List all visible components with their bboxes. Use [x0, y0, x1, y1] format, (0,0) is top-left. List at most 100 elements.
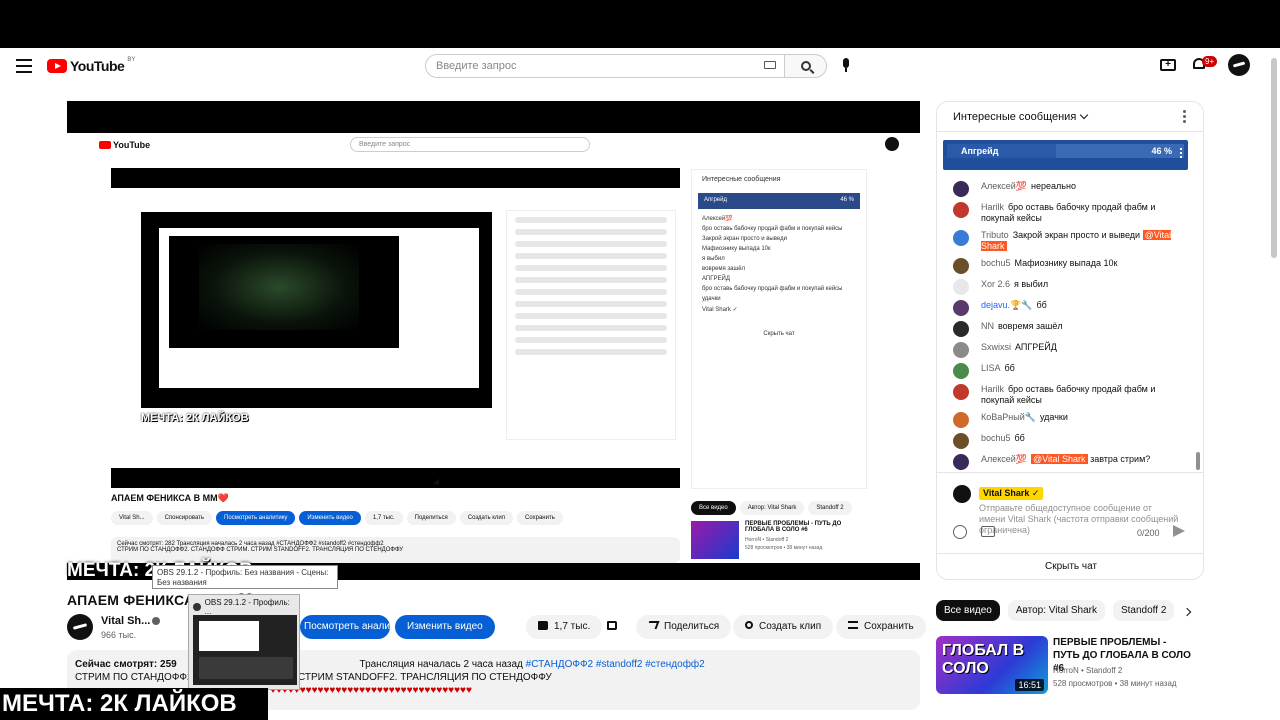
chat-author[interactable]: bochu5 — [981, 258, 1011, 268]
search-input[interactable]: Введите запрос — [425, 54, 785, 78]
chat-author[interactable]: Tributo — [981, 230, 1009, 240]
chat-author[interactable]: dejavu.🏆🔧 — [981, 300, 1032, 310]
chat-author[interactable]: Алексей💯 — [981, 454, 1027, 464]
nested-edit-button: Изменить видео — [299, 511, 361, 525]
chat-author[interactable]: Harilk — [981, 202, 1004, 212]
clip-button[interactable]: Создать клип — [733, 615, 834, 639]
chat-message: Harilk бро оставь бабочку продай фабм и п… — [937, 381, 1195, 409]
like-button[interactable]: 1,7 тыс. — [526, 615, 602, 639]
chip-author[interactable]: Автор: Vital Shark — [1007, 600, 1105, 621]
nested-chat-row: Мафиознику выпада 10к — [702, 246, 771, 252]
nested-rec-title: ПЕРВЫЕ ПРОБЛЕМЫ - ПУТЬ ДО ГЛОБАЛА В СОЛО… — [745, 521, 842, 533]
rec-meta: 528 просмотров • 38 минут назад — [1053, 679, 1177, 688]
voice-search-button[interactable] — [838, 58, 854, 76]
chat-author-avatar[interactable] — [953, 300, 969, 316]
subscriber-count: 966 тыс. — [101, 630, 137, 640]
youtube-logo[interactable]: YouTube BY — [47, 57, 135, 74]
edit-video-button[interactable]: Изменить видео — [395, 615, 495, 639]
chat-author[interactable]: Xor 2.6 — [981, 279, 1010, 289]
chat-author-avatar[interactable] — [953, 412, 969, 428]
search-button[interactable] — [785, 54, 827, 78]
nested-chat: Интересные сообщения Апгрейд 46 % Алексе… — [691, 169, 867, 489]
dislike-icon[interactable] — [607, 621, 617, 630]
chat-author-avatar[interactable] — [953, 321, 969, 337]
super-chat-icon[interactable] — [981, 526, 995, 537]
account-avatar[interactable] — [1228, 54, 1250, 76]
chat-author[interactable]: Harilk — [981, 384, 1004, 394]
keyboard-icon[interactable] — [764, 61, 776, 69]
chat-author-avatar[interactable] — [953, 230, 969, 246]
send-icon[interactable] — [1173, 525, 1185, 537]
chat-author-avatar[interactable] — [953, 363, 969, 379]
nested-chat-row: я выбил — [702, 256, 725, 262]
chat-author-avatar[interactable] — [953, 384, 969, 400]
rec-thumbnail[interactable]: ГЛОБАЛ В СОЛО 16:51 — [936, 636, 1048, 694]
chat-author-avatar[interactable] — [953, 258, 969, 274]
emoji-icon[interactable] — [953, 525, 967, 539]
hashtags[interactable]: #СТАНДОФФ2 #standoff2 #стендофф2 — [526, 659, 705, 670]
scissors-icon — [745, 621, 753, 629]
nested-chat-row: Алексей💯 — [702, 216, 733, 222]
chat-author[interactable]: NN — [981, 321, 994, 331]
chip-all-videos[interactable]: Все видео — [936, 600, 1000, 621]
chat-author[interactable]: КоВаРный🔧 — [981, 412, 1036, 422]
chat-author-avatar[interactable] — [953, 433, 969, 449]
chat-author-avatar[interactable] — [953, 202, 969, 218]
chip-standoff[interactable]: Standoff 2 — [1112, 600, 1175, 621]
save-button[interactable]: Сохранить — [836, 615, 926, 639]
poll-banner[interactable]: Апгрейд 46 % — [943, 140, 1188, 170]
nested-rec-thumbnail — [691, 521, 739, 559]
chat-author-avatar[interactable] — [953, 279, 969, 295]
nested-channel: Vital Sh... — [111, 511, 153, 525]
like-icon — [538, 621, 548, 630]
chat-author-avatar[interactable] — [953, 342, 969, 358]
channel-avatar[interactable] — [67, 614, 93, 640]
rec-thumbnail-text: ГЛОБАЛ В СОЛО — [942, 642, 1025, 677]
game-scene — [199, 244, 359, 330]
nested-video: МЕЧТА: 2К ЛАЙКОВ МЕЧТА: 2К ЛАЙКОВ — [111, 168, 680, 488]
menu-icon[interactable] — [16, 59, 32, 73]
chat-author[interactable]: LISA — [981, 363, 1001, 373]
chat-author[interactable]: Sxwixsi — [981, 342, 1011, 352]
chat-message: Tributo Закрой экран просто и выведи @Vit… — [937, 227, 1195, 255]
video-player[interactable]: YouTube Введите запрос МЕЧТА: 2К ЛАЙКОВ — [67, 101, 920, 580]
chat-scrollbar[interactable] — [1196, 452, 1200, 470]
chat-message: bochu5 бб — [937, 430, 1195, 451]
search-placeholder: Введите запрос — [436, 60, 517, 72]
chat-message: Xor 2.6 я выбил — [937, 276, 1195, 297]
nested-desc-line2: СТРИМ ПО СТАНДОФФ2. СТАНДОФФ СТРИМ. СТРИ… — [117, 547, 404, 553]
more-options-icon[interactable] — [1183, 110, 1187, 124]
nested-avatar — [885, 137, 899, 151]
game-frame — [169, 236, 399, 348]
chevron-right-icon[interactable] — [1182, 607, 1192, 617]
create-icon[interactable]: + — [1160, 59, 1176, 71]
meme-overlay-bottom: МЕЧТА: 2К ЛАЙКОВ — [0, 688, 268, 720]
mic-icon — [843, 58, 849, 68]
chat-author[interactable]: bochu5 — [981, 433, 1011, 443]
viewer-count: Сейчас смотрят: 259 — [75, 659, 177, 670]
chat-message: Алексей💯 @Vital Shark завтра стрим? — [937, 451, 1195, 472]
poll-bar: Апгрейд 46 % — [947, 144, 1184, 158]
chat-messages: Алексей💯 нереально Harilk бро оставь бабочк… — [937, 178, 1195, 472]
share-button[interactable]: Поделиться — [636, 615, 732, 639]
poll-menu-icon[interactable] — [1180, 148, 1182, 160]
nested-rec-channel: HorroN • Standoff 2 — [745, 537, 789, 543]
chat-author[interactable]: Алексей💯 — [981, 181, 1027, 191]
obs-preview-title: OBS 29.1.2 - Профиль: ... — [204, 598, 290, 616]
chat-mode-select[interactable]: Интересные сообщения — [953, 110, 1089, 123]
page-scrollbar[interactable] — [1271, 58, 1277, 258]
channel-name[interactable]: Vital Sh... — [101, 615, 150, 627]
chat-author-avatar[interactable] — [953, 181, 969, 197]
chat-text: нереально — [1031, 181, 1076, 191]
black-top-band — [0, 0, 1280, 48]
nested-video-title: АПАЕМ ФЕНИКСА В ММ❤️ — [111, 493, 229, 503]
clip-label: Создать клип — [759, 621, 822, 632]
chat-message: bochu5 Мафиознику выпада 10к — [937, 255, 1195, 276]
analytics-button[interactable]: Посмотреть аналитику — [300, 615, 410, 639]
obs-taskbar-preview[interactable]: OBS 29.1.2 - Профиль: ... — [188, 594, 300, 690]
chat-author-avatar[interactable] — [953, 454, 969, 470]
notifications-badge: 9+ — [1202, 56, 1218, 67]
hide-chat-button[interactable]: Скрыть чат — [937, 553, 1203, 579]
rec-channel[interactable]: HorroN • Standoff 2 — [1053, 666, 1122, 675]
chat-text: бро оставь бабочку продай фабм и покупай… — [981, 202, 1156, 223]
